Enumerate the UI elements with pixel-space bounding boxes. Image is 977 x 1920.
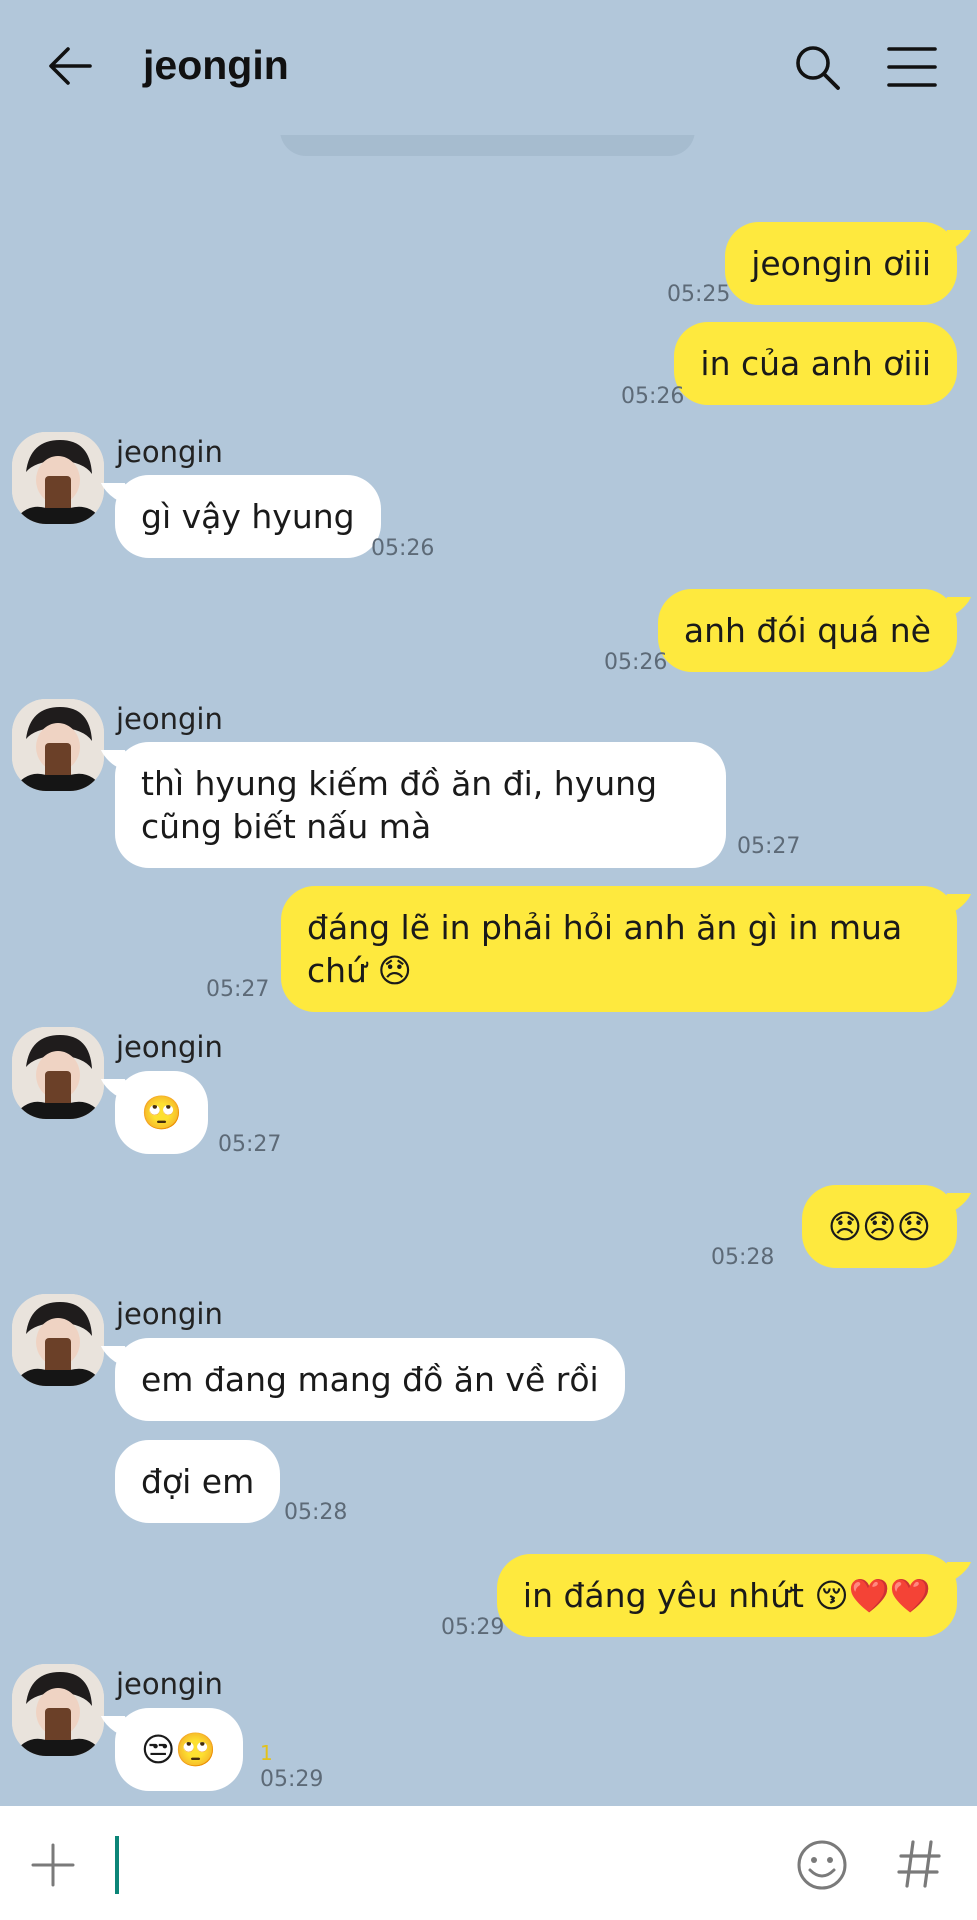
avatar[interactable] [12,432,104,524]
message-time: 05:29 [441,1615,505,1640]
message-time: 05:25 [667,282,731,307]
sender-name: jeongin [116,1030,223,1064]
message-time: 05:28 [711,1245,775,1270]
message-time: 05:28 [284,1500,348,1525]
unread-count: 1 [260,1741,273,1765]
message-bubble[interactable]: 😒🙄 [115,1708,243,1791]
message-time: 05:26 [371,536,435,561]
message-time: 05:27 [206,977,270,1002]
hashtag-icon[interactable] [895,1836,943,1892]
search-icon[interactable] [790,40,846,96]
message-bubble[interactable]: anh đói quá nè [657,589,957,672]
message-bubble[interactable]: thì hyung kiếm đồ ăn đi, hyung cũng biết… [115,742,726,868]
avatar[interactable] [12,1027,104,1119]
message-input-bar [0,1806,977,1920]
sender-name: jeongin [116,702,223,736]
message-bubble[interactable]: in đáng yêu nhứt 😚❤️❤️ [496,1554,957,1637]
sender-name: jeongin [116,1667,223,1701]
message-bubble[interactable]: gì vậy hyung [115,475,381,558]
message-time: 05:26 [604,650,668,675]
plus-icon[interactable] [30,1842,76,1888]
message-time: 05:27 [218,1132,282,1157]
message-bubble[interactable]: in của anh ơiii [674,322,957,405]
message-time: 05:29 [260,1767,324,1792]
message-bubble[interactable]: 🙄 [115,1071,209,1154]
back-arrow-icon[interactable] [44,40,96,92]
chat-header: jeongin [0,0,977,135]
message-bubble[interactable]: đợi em [115,1440,281,1523]
message-bubble[interactable]: jeongin ơiii [725,222,957,305]
message-input[interactable] [112,1826,776,1902]
menu-icon[interactable] [884,42,940,92]
emoji-icon[interactable] [795,1838,849,1892]
message-bubble[interactable]: em đang mang đồ ăn về rồi [115,1338,625,1421]
avatar[interactable] [12,1294,104,1386]
message-time: 05:27 [737,834,801,859]
chat-title: jeongin [143,42,289,88]
avatar[interactable] [12,1664,104,1756]
text-caret [115,1836,119,1894]
sender-name: jeongin [116,1297,223,1331]
sender-name: jeongin [116,435,223,469]
message-bubble[interactable]: 😞😞😞 [801,1185,957,1268]
avatar[interactable] [12,699,104,791]
message-time: 05:26 [621,384,685,409]
message-bubble[interactable]: đáng lẽ in phải hỏi anh ăn gì in mua chứ… [281,886,957,1012]
